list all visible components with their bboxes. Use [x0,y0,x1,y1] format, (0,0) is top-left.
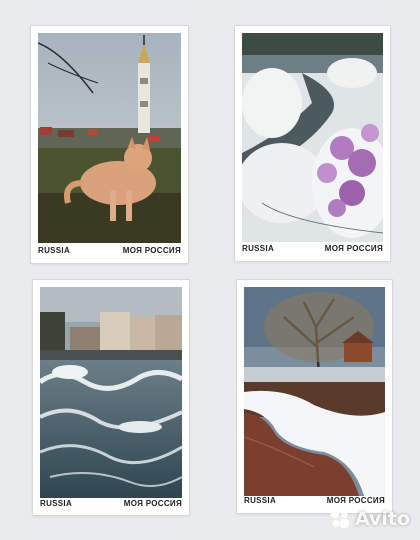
postcard-4-photo [244,287,385,496]
postcard-3-series: МОЯ РОССИЯ [123,499,182,508]
snowy-river-with-lilac-photo [242,33,383,242]
postcard-1-country: RUSSIA [38,246,71,255]
postcard-3: RUSSIA МОЯ РОССИЯ [33,280,189,515]
cat-and-bell-tower-photo [38,33,181,243]
postcard-4: RUSSIA МОЯ РОССИЯ [237,280,392,513]
avito-brand: Avito [354,508,410,530]
avito-dots-icon [330,509,350,529]
postcard-1-series: МОЯ РОССИЯ [122,246,181,255]
avito-watermark: Avito [329,508,410,530]
postcard-2: RUSSIA МОЯ РОССИЯ [235,26,390,261]
spring-thaw-willow-photo [244,287,385,496]
postcard-4-series: МОЯ РОССИЯ [326,496,385,505]
postcard-3-country: RUSSIA [40,499,73,508]
postcard-3-photo [40,287,182,498]
postcard-2-country: RUSSIA [242,244,275,253]
stormy-sea-embankment-photo [40,287,182,498]
postcard-1: RUSSIA МОЯ РОССИЯ [31,26,188,263]
postcard-4-country: RUSSIA [244,496,277,505]
postcard-1-photo [38,33,181,243]
postcard-2-photo [242,33,383,242]
postcard-2-series: МОЯ РОССИЯ [324,244,383,253]
